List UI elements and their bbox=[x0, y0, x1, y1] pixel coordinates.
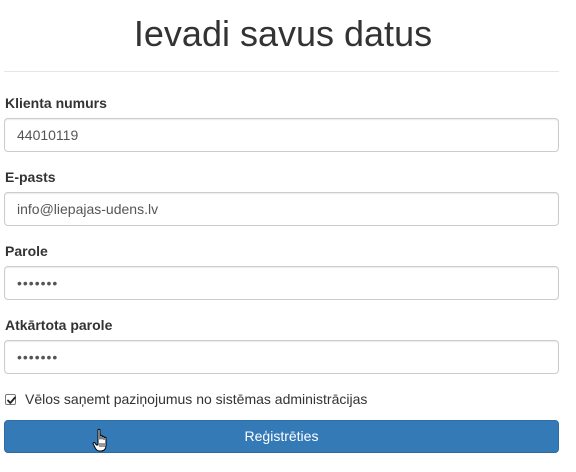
page-title: Ievadi savus datus bbox=[133, 13, 433, 54]
email-label: E-pasts bbox=[5, 169, 56, 185]
hand-pointer-icon bbox=[92, 428, 107, 452]
password-repeat-input[interactable]: ••••••• bbox=[4, 340, 559, 374]
password-input[interactable]: ••••••• bbox=[4, 266, 559, 300]
client-number-input[interactable]: 44010119 bbox=[4, 118, 559, 152]
client-number-label: Klienta numurs bbox=[5, 95, 107, 111]
password-label: Parole bbox=[5, 243, 48, 259]
email-input[interactable]: info@liepajas-udens.lv bbox=[4, 192, 559, 226]
register-button[interactable]: Reģistrēties bbox=[4, 420, 559, 453]
check-icon bbox=[7, 396, 16, 404]
notifications-checkbox-row[interactable]: Vēlos saņemt paziņojumus no sistēmas adm… bbox=[5, 390, 367, 408]
notifications-label[interactable]: Vēlos saņemt paziņojumus no sistēmas adm… bbox=[25, 390, 367, 408]
header-divider bbox=[4, 71, 559, 72]
password-repeat-label: Atkārtota parole bbox=[5, 317, 113, 333]
notifications-checkbox[interactable] bbox=[5, 393, 16, 405]
